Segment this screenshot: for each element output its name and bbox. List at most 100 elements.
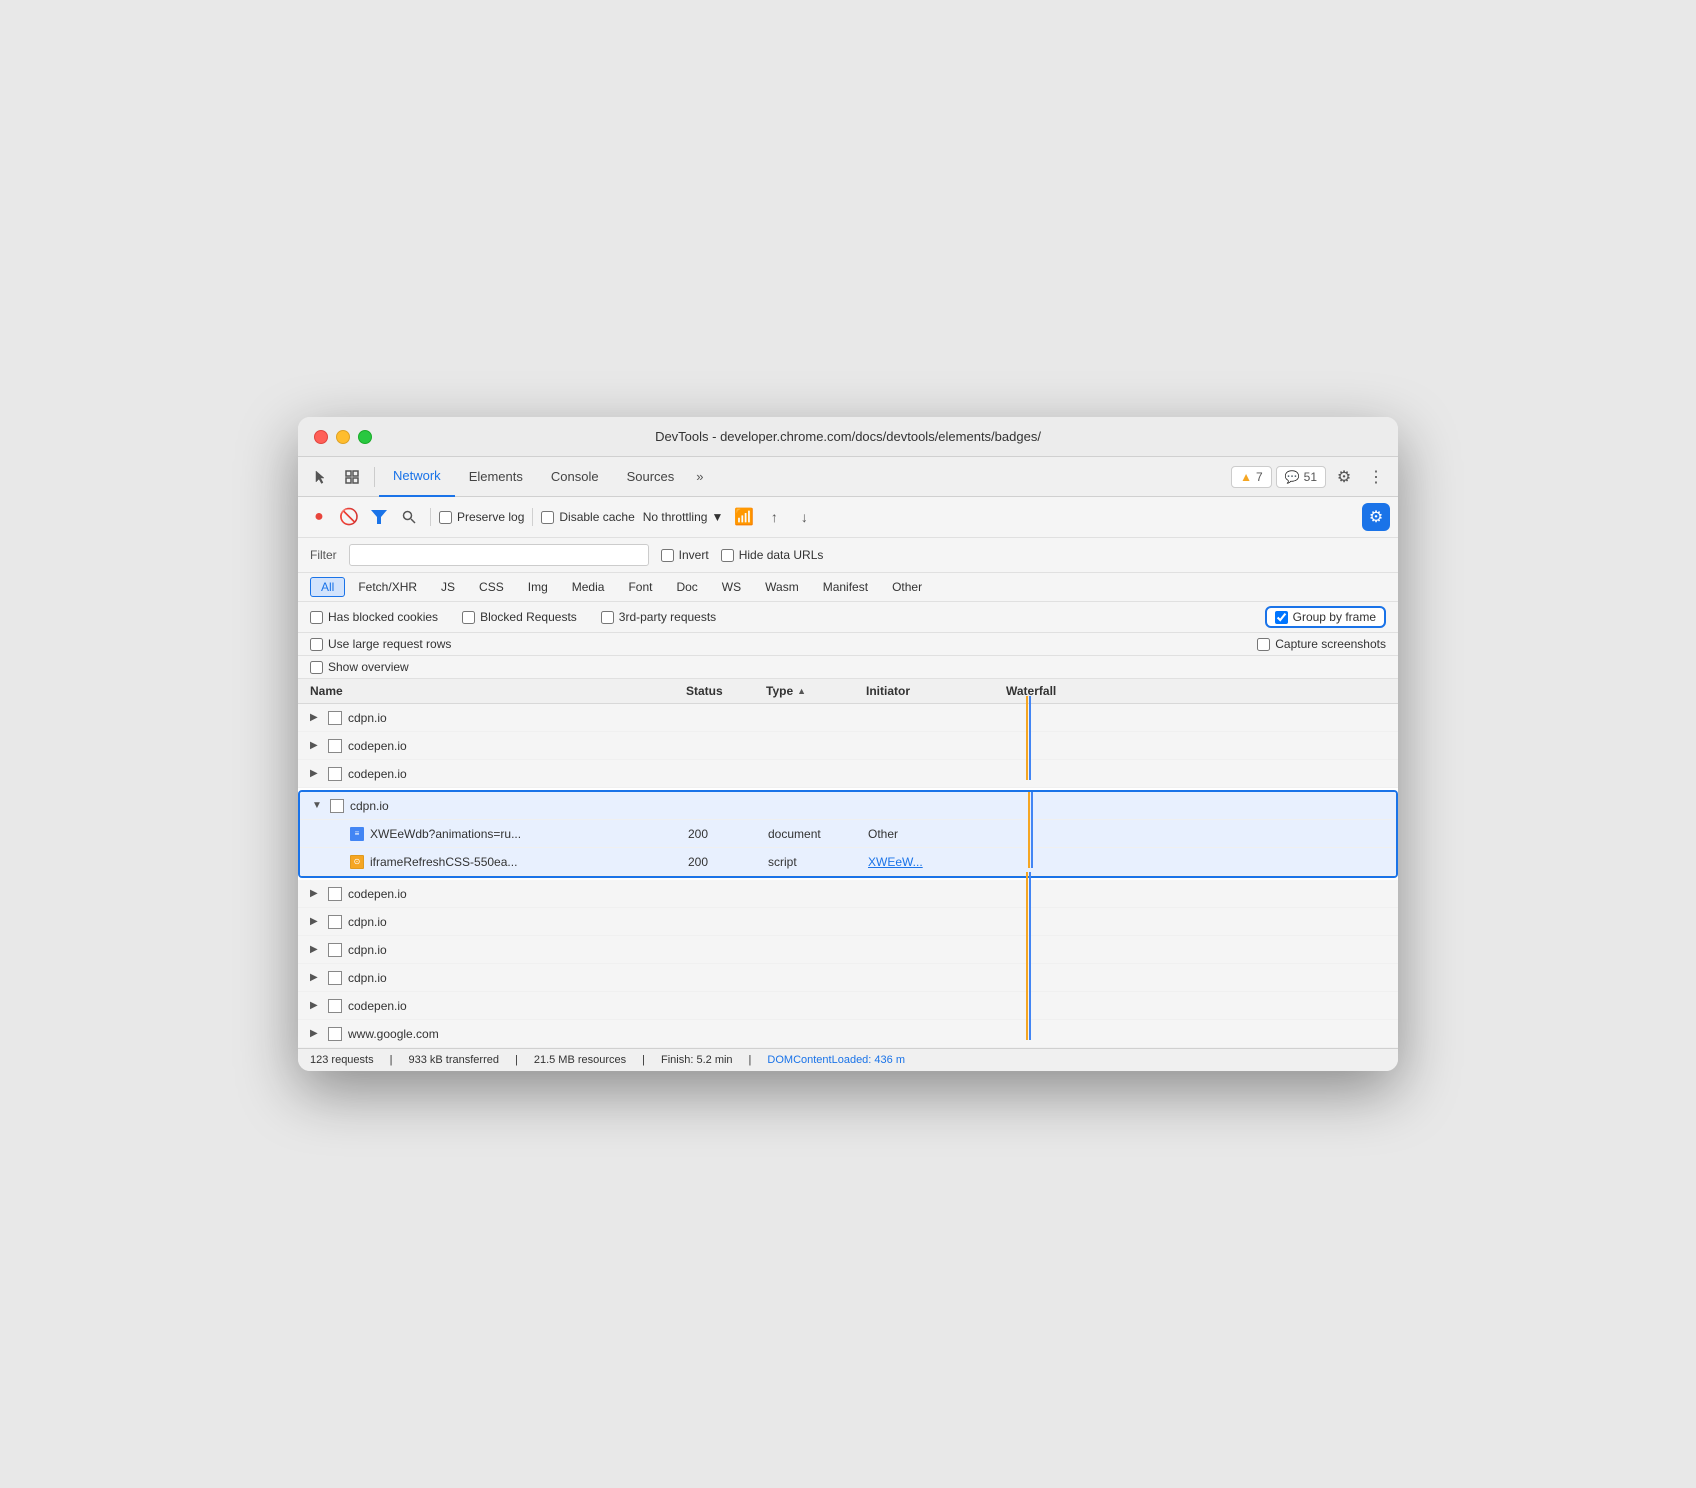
devtools-window: DevTools - developer.chrome.com/docs/dev…	[298, 417, 1398, 1071]
search-icon[interactable]	[396, 504, 422, 530]
filter-fetch-xhr[interactable]: Fetch/XHR	[347, 577, 428, 597]
expand-icon[interactable]: ▶	[310, 740, 322, 751]
info-icon: 💬	[1285, 470, 1300, 484]
header-name[interactable]: Name	[298, 684, 678, 698]
expand-icon[interactable]: ▶	[310, 712, 322, 723]
table-row[interactable]: ▶ codepen.io	[298, 760, 1398, 788]
filter-doc[interactable]: Doc	[665, 577, 708, 597]
expand-icon[interactable]: ▶	[310, 1000, 322, 1011]
capture-screenshots-input[interactable]	[1257, 638, 1270, 651]
table-row[interactable]: ▶ codepen.io	[298, 880, 1398, 908]
filter-icon[interactable]	[366, 504, 392, 530]
frame-icon	[328, 1027, 342, 1041]
toolbar-divider-2	[532, 508, 533, 526]
large-rows-checkbox[interactable]: Use large request rows	[310, 637, 451, 651]
expand-icon[interactable]: ▶	[310, 768, 322, 779]
filter-media[interactable]: Media	[561, 577, 616, 597]
group-by-frame-checkbox[interactable]	[1275, 611, 1288, 624]
throttle-select[interactable]: No throttling ▼	[639, 510, 728, 524]
info-badge[interactable]: 💬 51	[1276, 466, 1326, 488]
frame-icon	[328, 999, 342, 1013]
filter-label: Filter	[310, 548, 337, 562]
disable-cache-input[interactable]	[541, 511, 554, 524]
blocked-requests-checkbox[interactable]: Blocked Requests	[462, 610, 577, 624]
table-row[interactable]: ▶ codepen.io	[298, 732, 1398, 760]
window-title: DevTools - developer.chrome.com/docs/dev…	[314, 429, 1382, 444]
preserve-log-input[interactable]	[439, 511, 452, 524]
download-icon[interactable]: ↓	[791, 504, 817, 530]
expand-icon[interactable]: ▶	[310, 1028, 322, 1039]
invert-input[interactable]	[661, 549, 674, 562]
show-overview-checkbox[interactable]: Show overview	[310, 660, 409, 674]
blocked-cookies-input[interactable]	[310, 611, 323, 624]
gear-active-icon[interactable]: ⚙	[1362, 503, 1390, 531]
invert-checkbox[interactable]: Invert	[661, 548, 709, 562]
blocked-cookies-checkbox[interactable]: Has blocked cookies	[310, 610, 438, 624]
network-toolbar: ● 🚫 Preserve log Disable cache No thrott…	[298, 497, 1398, 538]
table-row[interactable]: ▶ cdpn.io	[298, 964, 1398, 992]
tab-elements[interactable]: Elements	[455, 457, 537, 497]
filter-all[interactable]: All	[310, 577, 345, 597]
transferred-size: 933 kB transferred	[408, 1054, 499, 1066]
tab-network[interactable]: Network	[379, 457, 455, 497]
disable-cache-checkbox[interactable]: Disable cache	[541, 510, 634, 524]
filter-font[interactable]: Font	[617, 577, 663, 597]
more-options-icon[interactable]: ⋮	[1362, 463, 1390, 491]
header-initiator[interactable]: Initiator	[858, 684, 998, 698]
filter-ws[interactable]: WS	[711, 577, 752, 597]
filter-manifest[interactable]: Manifest	[812, 577, 879, 597]
hide-data-urls-input[interactable]	[721, 549, 734, 562]
expand-icon[interactable]: ▶	[310, 888, 322, 899]
table-row[interactable]: ▶ ⊙ iframeRefreshCSS-550ea... 200 script…	[300, 848, 1396, 876]
cursor-icon[interactable]	[306, 463, 334, 491]
table-row[interactable]: ▶ codepen.io	[298, 992, 1398, 1020]
domcontentloaded: DOMContentLoaded: 436 m	[767, 1054, 905, 1066]
capture-screenshots-checkbox[interactable]: Capture screenshots	[1257, 637, 1386, 651]
table-row[interactable]: ▼ cdpn.io	[300, 792, 1396, 820]
filter-wasm[interactable]: Wasm	[754, 577, 810, 597]
header-waterfall[interactable]: Waterfall	[998, 684, 1398, 698]
divider-1: |	[390, 1054, 393, 1066]
record-button[interactable]: ●	[306, 504, 332, 530]
resources-size: 21.5 MB resources	[534, 1054, 626, 1066]
expand-icon[interactable]: ▶	[310, 944, 322, 955]
expand-icon[interactable]: ▶	[310, 972, 322, 983]
tab-sources[interactable]: Sources	[613, 457, 689, 497]
frame-icon	[330, 799, 344, 813]
highlighted-group: ▼ cdpn.io ▶ ≡ XW	[298, 790, 1398, 878]
third-party-input[interactable]	[601, 611, 614, 624]
table-row[interactable]: ▶ cdpn.io	[298, 908, 1398, 936]
maximize-button[interactable]	[358, 430, 372, 444]
group-by-frame-wrapper: Group by frame	[1265, 606, 1386, 628]
filter-css[interactable]: CSS	[468, 577, 515, 597]
filter-input[interactable]	[349, 544, 649, 566]
close-button[interactable]	[314, 430, 328, 444]
header-status[interactable]: Status	[678, 684, 758, 698]
wifi-icon[interactable]: 📶	[731, 504, 757, 530]
table-row[interactable]: ▶ cdpn.io	[298, 704, 1398, 732]
show-overview-input[interactable]	[310, 661, 323, 674]
filter-other[interactable]: Other	[881, 577, 933, 597]
table-row[interactable]: ▶ ≡ XWEeWdb?animations=ru... 200 documen…	[300, 820, 1396, 848]
third-party-checkbox[interactable]: 3rd-party requests	[601, 610, 716, 624]
filter-js[interactable]: JS	[430, 577, 466, 597]
preserve-log-checkbox[interactable]: Preserve log	[439, 510, 524, 524]
inspector-icon[interactable]	[338, 463, 366, 491]
row-initiator-link[interactable]: XWEeW...	[860, 855, 1000, 869]
clear-button[interactable]: 🚫	[336, 504, 362, 530]
expand-icon[interactable]: ▼	[312, 800, 324, 811]
large-rows-input[interactable]	[310, 638, 323, 651]
warning-badge[interactable]: ▲ 7	[1231, 466, 1272, 488]
upload-icon[interactable]: ↑	[761, 504, 787, 530]
header-type[interactable]: Type ▲	[758, 684, 858, 698]
table-row[interactable]: ▶ www.google.com	[298, 1020, 1398, 1048]
expand-icon[interactable]: ▶	[310, 916, 322, 927]
hide-data-urls-checkbox[interactable]: Hide data URLs	[721, 548, 824, 562]
table-row[interactable]: ▶ cdpn.io	[298, 936, 1398, 964]
blocked-requests-input[interactable]	[462, 611, 475, 624]
settings-icon[interactable]: ⚙	[1330, 463, 1358, 491]
filter-img[interactable]: Img	[517, 577, 559, 597]
minimize-button[interactable]	[336, 430, 350, 444]
more-tabs-button[interactable]: »	[688, 469, 711, 484]
tab-console[interactable]: Console	[537, 457, 613, 497]
